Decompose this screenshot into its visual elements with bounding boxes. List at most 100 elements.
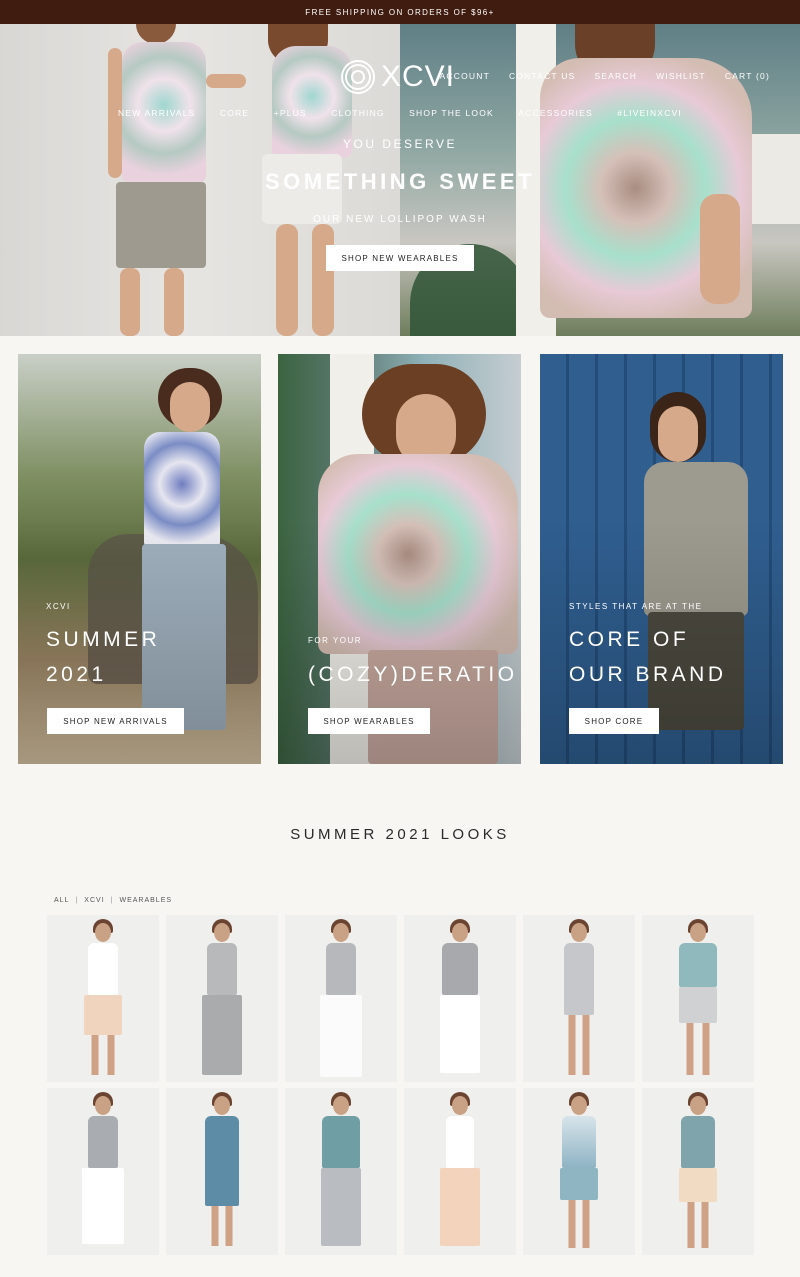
promo-title-line2: 2021 [46,663,107,686]
look-tile[interactable] [47,1088,159,1255]
filter-separator: | [110,897,114,904]
promo-overlay [278,354,521,764]
look-model-leg [568,1200,576,1248]
main-nav: NEW ARRIVALS CORE +PLUS CLOTHING SHOP TH… [118,108,682,118]
look-model-top [442,943,478,995]
looks-section-title: SUMMER 2021 LOOKS [290,826,510,843]
promo-title-line2: OUR BRAND [569,663,727,686]
filter-xcvi[interactable]: XCVI [84,897,104,904]
look-tile[interactable] [166,915,278,1082]
hero-pretitle: YOU DESERVE [343,137,457,151]
shop-new-wearables-button[interactable]: SHOP NEW WEARABLES [326,245,474,271]
announcement-bar: FREE SHIPPING ON ORDERS OF $96+ [0,0,800,24]
look-model-head [690,1096,706,1115]
promo-pretitle: XCVI [46,602,71,611]
look-model-leg [582,1200,590,1248]
look-tile[interactable] [523,915,635,1082]
look-tile[interactable] [47,915,159,1082]
look-model-head [214,1096,230,1115]
look-model-head [95,923,111,942]
look-model-bottom [560,1168,598,1200]
utility-nav: ACCOUNT CONTACT US SEARCH WISHLIST CART … [440,71,770,81]
look-model-top [564,943,594,1015]
look-model-head [333,923,349,942]
filter-wearables[interactable]: WEARABLES [119,897,172,904]
look-model-leg [582,1015,590,1075]
look-tile[interactable] [642,915,754,1082]
hero-subtitle: OUR NEW LOLLIPOP WASH [313,214,487,225]
looks-filters: ALL | XCVI | WEARABLES [54,897,172,904]
shop-core-button[interactable]: SHOP CORE [569,708,659,734]
look-model-top [679,943,717,987]
look-model-bottom [321,1168,361,1246]
promo-card-cozyderation[interactable]: FOR YOUR (COZY)DERATIO SHOP WEARABLES [278,354,521,764]
logo-mark-icon [341,60,375,94]
nav-plus[interactable]: +PLUS [274,108,307,118]
look-model-leg [225,1206,233,1246]
look-model-top [88,1116,118,1168]
look-model-bottom [440,995,480,1073]
look-model-head [571,1096,587,1115]
announcement-text: FREE SHIPPING ON ORDERS OF $96+ [305,7,495,17]
shop-new-arrivals-button[interactable]: SHOP NEW ARRIVALS [47,708,184,734]
look-model-leg [91,1035,99,1075]
look-model-head [690,923,706,942]
look-model-bottom [320,995,362,1077]
hero-model-leg [312,224,334,336]
promo-overlay [540,354,783,764]
nav-accessories[interactable]: ACCESSORIES [518,108,593,118]
look-model-top [322,1116,360,1168]
look-tile[interactable] [404,1088,516,1255]
look-model-head [452,923,468,942]
look-model-bottom [679,987,717,1023]
look-model-leg [568,1015,576,1075]
look-model-bottom [82,1168,124,1244]
look-model-head [214,923,230,942]
look-model-head [571,923,587,942]
look-model-top [446,1116,474,1168]
hero-model-leg [164,268,184,336]
look-tile[interactable] [642,1088,754,1255]
nav-contact-us[interactable]: CONTACT US [509,71,575,81]
look-model-bottom [84,995,122,1035]
shop-wearables-button[interactable]: SHOP WEARABLES [308,708,430,734]
promo-pretitle: FOR YOUR [308,636,363,645]
promo-card-summer[interactable]: XCVI SUMMER 2021 SHOP NEW ARRIVALS [18,354,261,764]
look-tile[interactable] [285,1088,397,1255]
look-tile[interactable] [285,915,397,1082]
hero-model-arm [206,74,246,88]
hero-model-hair [136,24,176,44]
nav-clothing[interactable]: CLOTHING [331,108,385,118]
nav-search[interactable]: SEARCH [594,71,637,81]
look-model-top [562,1116,596,1168]
hero-banner[interactable]: XCVI ACCOUNT CONTACT US SEARCH WISHLIST … [0,24,800,336]
logo[interactable]: XCVI [341,60,455,94]
look-model-leg [701,1202,709,1248]
nav-wishlist[interactable]: WISHLIST [656,71,706,81]
nav-cart[interactable]: CART (0) [725,71,770,81]
look-tile[interactable] [523,1088,635,1255]
look-model-leg [687,1202,695,1248]
look-model-top [207,943,237,995]
filter-all[interactable]: ALL [54,897,69,904]
nav-core[interactable]: CORE [220,108,249,118]
hero-model-leg [276,224,298,336]
hero-model-leg [120,268,140,336]
nav-liveinxcvi[interactable]: #LIVEINXCVI [617,108,682,118]
nav-new-arrivals[interactable]: NEW ARRIVALS [118,108,196,118]
promo-title-line1: (COZY)DERATIO [308,663,518,686]
promo-card-core[interactable]: STYLES THAT ARE AT THE CORE OF OUR BRAND… [540,354,783,764]
nav-shop-the-look[interactable]: SHOP THE LOOK [409,108,494,118]
look-tile[interactable] [166,1088,278,1255]
look-model-top [681,1116,715,1168]
promo-title-line1: SUMMER [46,628,161,651]
look-model-dress [205,1116,239,1206]
look-model-leg [107,1035,115,1075]
look-model-head [452,1096,468,1115]
look-tile[interactable] [404,915,516,1082]
look-model-bottom [440,1168,480,1246]
look-model-leg [686,1023,694,1075]
look-model-bottom [202,995,242,1075]
nav-account[interactable]: ACCOUNT [440,71,490,81]
look-model-leg [702,1023,710,1075]
